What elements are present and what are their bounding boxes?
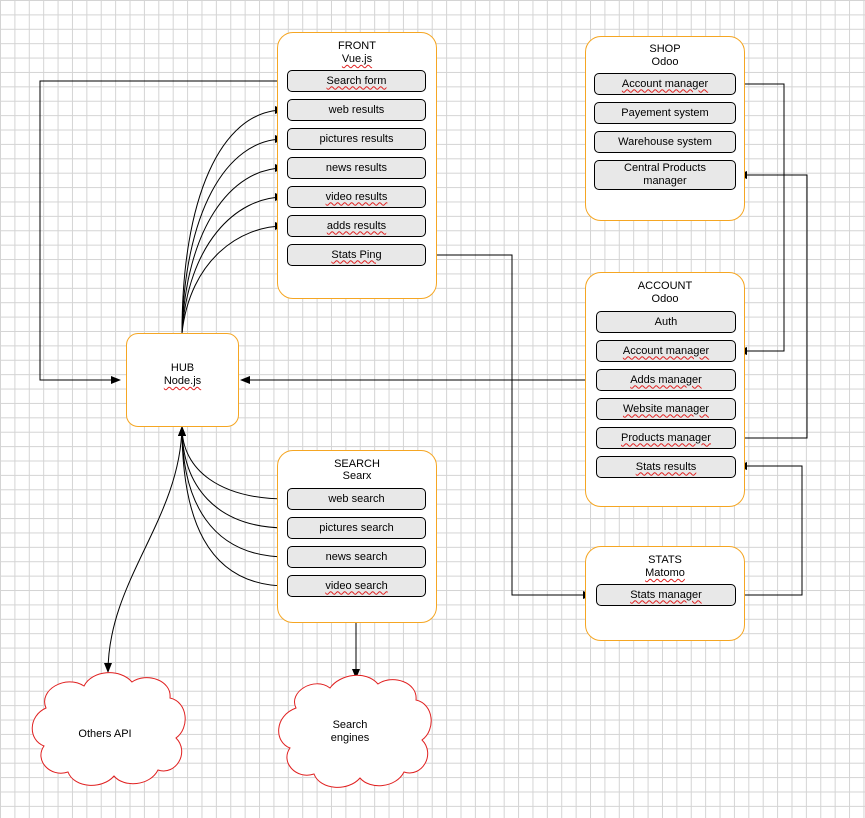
shop-title: SHOP [649,43,681,55]
edge-hub-news-results [181,164,285,334]
edge-statsping-statsmanager [426,254,593,599]
shop-group: SHOP Odoo [585,36,745,221]
account-item-stats-results: Stats results [596,456,736,478]
front-item-stats-ping: Stats Ping [287,244,426,266]
front-item-pictures-results: pictures results [287,128,426,150]
account-item-auth: Auth [596,311,736,333]
edge-hub-othersapi [104,417,187,673]
edge-hub-video-results [181,193,285,334]
search-item-web-search: web search [287,488,426,510]
search-item-pictures-search: pictures search [287,517,426,539]
hub-subtitle: Node.js [163,375,202,387]
account-item-adds-manager: Adds manager [596,369,736,391]
front-item-web-results: web results [287,99,426,121]
cloud-others-api-label: Others API [78,728,132,740]
search-subtitle: Searx [342,470,372,482]
shop-item-warehouse-system: Warehouse system [594,131,736,153]
stats-item-stats-manager: Stats manager [596,584,736,606]
cloud-search-engines-label-1: Search [332,719,368,731]
hub-node: HUB Node.js [126,333,239,427]
shop-subtitle: Odoo [651,56,679,68]
shop-item-account-manager: Account manager [594,73,736,95]
cloud-search-engines-label-2: engines [330,732,370,744]
shop-item-central-products-manager: Central Products manager [594,160,736,190]
stats-subtitle: Matomo [645,567,685,579]
hub-title: HUB [170,362,195,374]
stats-title: STATS [648,554,682,566]
edge-picturessearch-hub [178,426,288,529]
edge-hub-web-results [181,106,285,334]
account-item-account-manager: Account manager [596,340,736,362]
front-item-video-results: video results [287,186,426,208]
search-item-news-search: news search [287,546,426,568]
front-title: FRONT [338,40,376,52]
front-item-news-results: news results [287,157,426,179]
front-subtitle: Vue.js [341,53,373,65]
account-item-products-manager: Products manager [596,427,736,449]
edge-hub-pictures-results [181,135,285,334]
account-subtitle: Odoo [651,293,679,305]
search-item-video-search: video search [287,575,426,597]
front-item-search-form: Search form [287,70,426,92]
account-title: ACCOUNT [637,280,693,292]
edge-statsmanager-statsresults [736,462,803,596]
shop-item-payement-system: Payement system [594,102,736,124]
edge-hub-adds-results [181,222,285,334]
edge-products-central [736,171,808,439]
account-item-website-manager: Website manager [596,398,736,420]
front-item-adds-results: adds results [287,215,426,237]
edge-websearch-hub [178,426,288,500]
